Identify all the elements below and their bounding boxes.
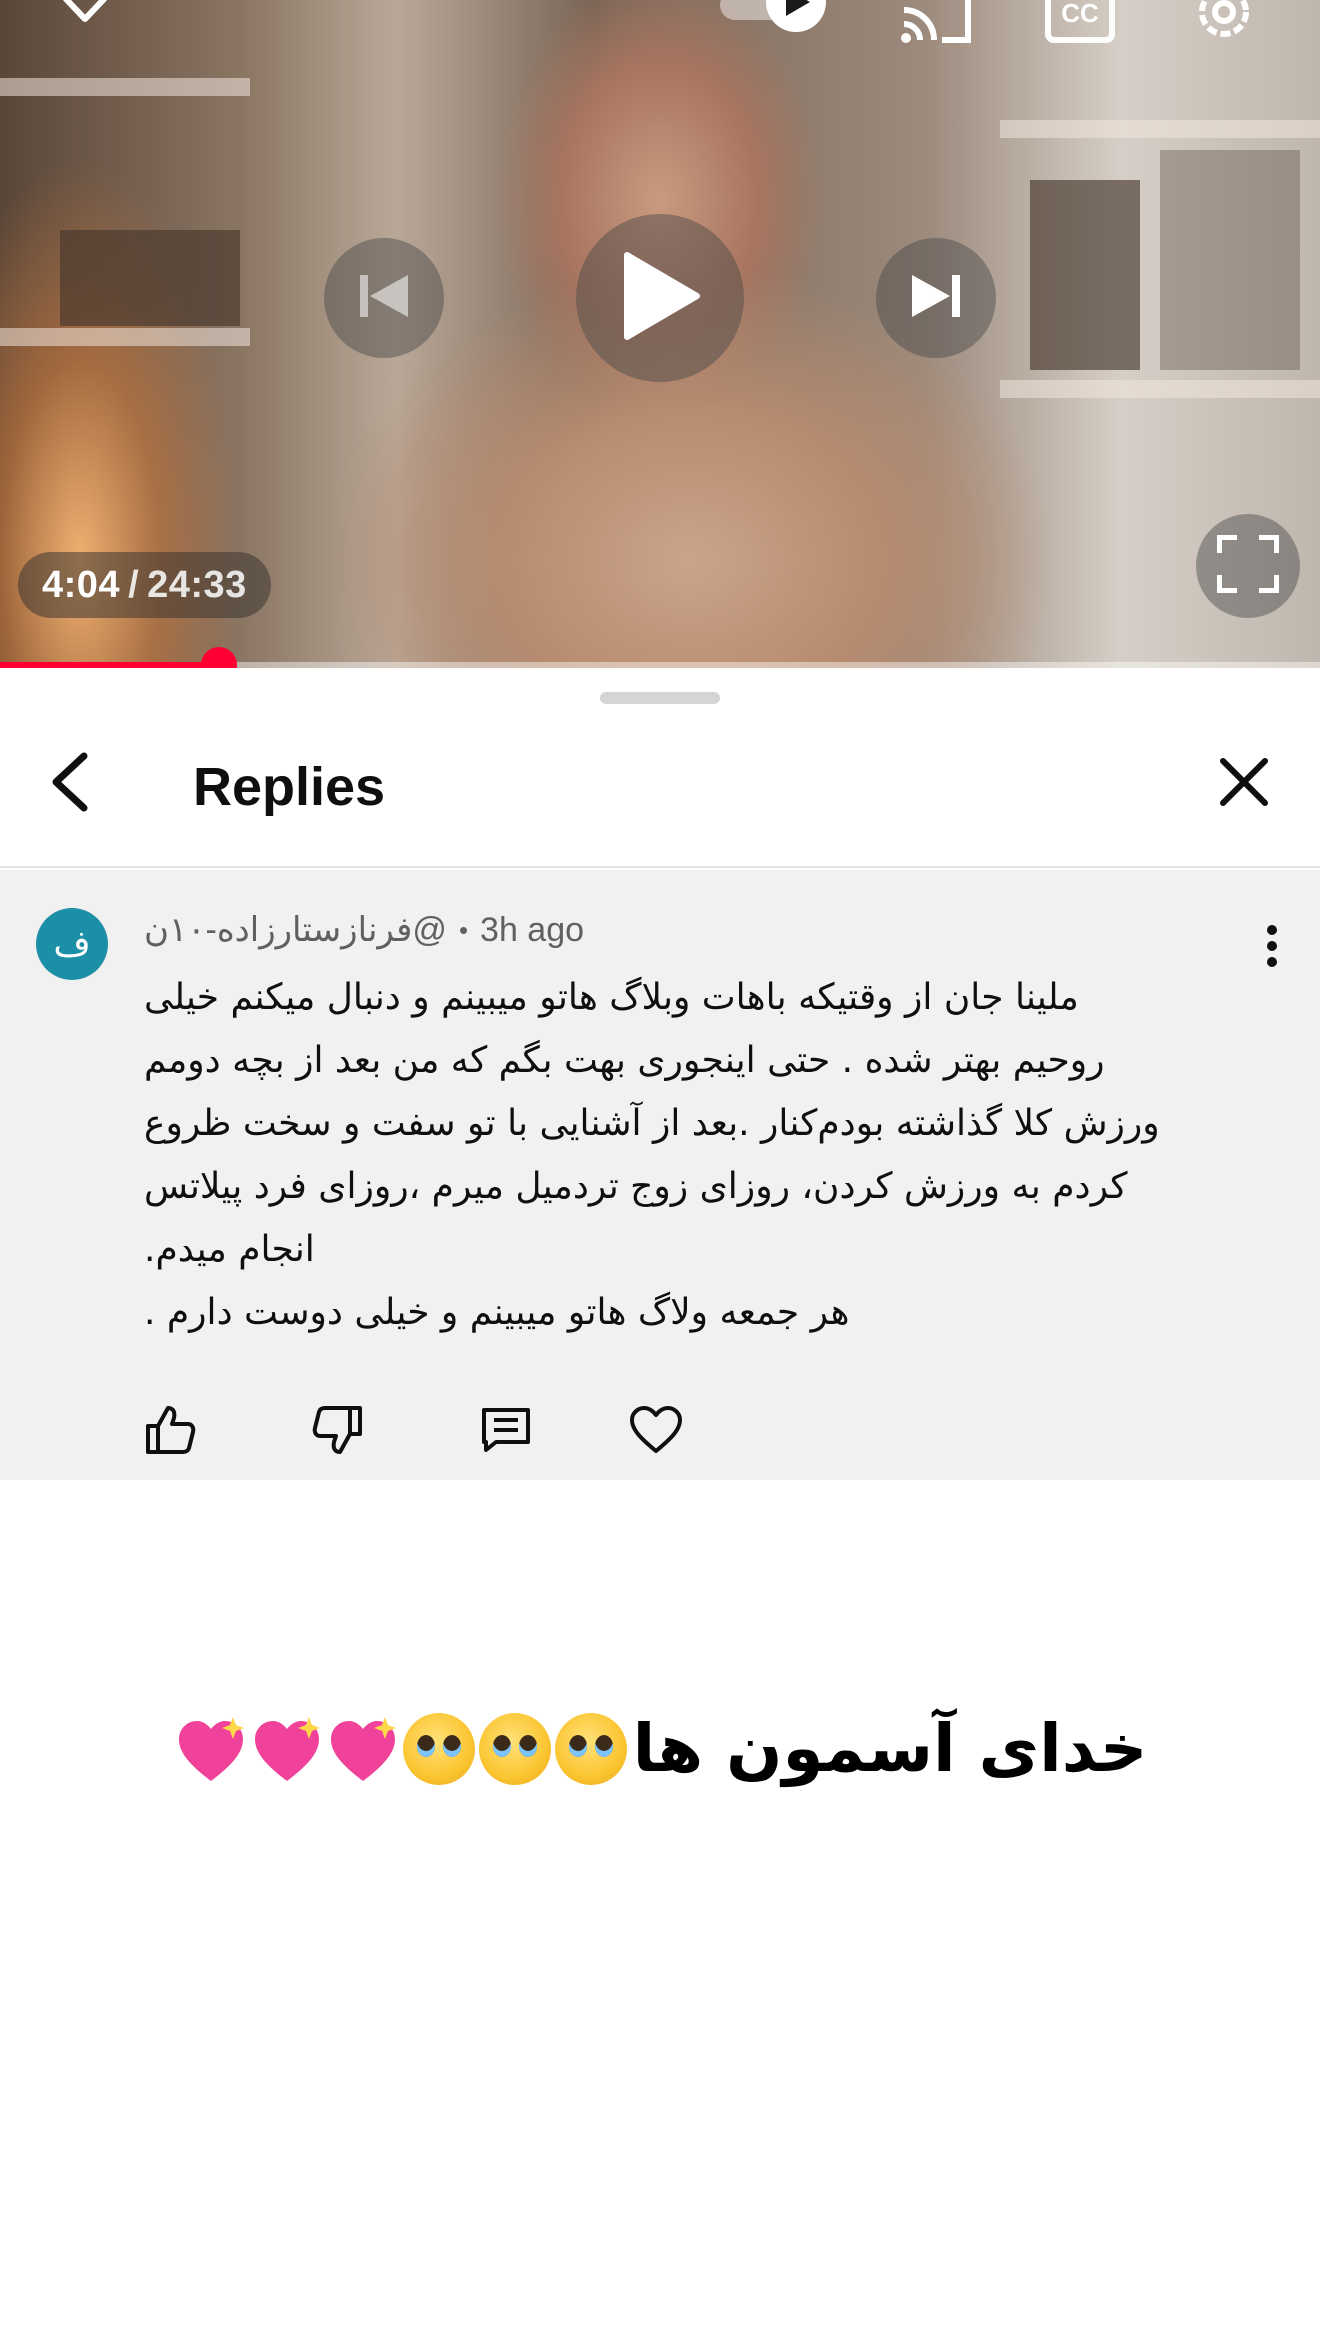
- background-shelf: [1000, 380, 1320, 398]
- sheet-header: Replies: [0, 712, 1320, 868]
- meta-separator: •: [458, 914, 469, 945]
- page-title: Replies: [193, 757, 386, 817]
- current-time: 4:04: [42, 563, 121, 606]
- comment-card: ف @فرنازستارزاده-۱۰ن • 3h ago ملینا جان …: [0, 870, 1320, 1480]
- background-books: [60, 230, 240, 326]
- pleading-face-icon: [478, 1712, 551, 1785]
- like-button[interactable]: [140, 1402, 200, 1462]
- settings-icon[interactable]: [1190, 0, 1258, 46]
- comment-line: روحیم بهتر شده . حتی اینجوری بهت بگم که …: [144, 1040, 1105, 1081]
- heart-icon: [629, 1405, 683, 1460]
- play-icon: [619, 251, 701, 346]
- duration: 24:33: [147, 563, 247, 606]
- replies-sheet: Replies ف @فرنازستارزاده-۱۰ن • 3h ago مل…: [0, 668, 1320, 2346]
- drag-handle[interactable]: [600, 692, 720, 704]
- time-separator: /: [128, 563, 140, 606]
- back-arrow-icon: [48, 752, 92, 817]
- caption-text-row: خدای آسمون ها: [173, 1710, 1148, 1787]
- chevron-down-icon[interactable]: [50, 0, 120, 40]
- comment-line: ملینا جان از وقتیکه باهات وبلاگ هاتو میب…: [144, 977, 1079, 1018]
- cast-icon[interactable]: [896, 0, 976, 44]
- background-books: [1160, 150, 1300, 370]
- sparkling-heart-icon: [173, 1713, 249, 1785]
- pleading-face-icon: [402, 1712, 475, 1785]
- fullscreen-button[interactable]: [1196, 514, 1300, 618]
- next-icon: [908, 271, 964, 326]
- fullscreen-icon: [1216, 533, 1280, 598]
- sparkling-heart-icon: [249, 1713, 325, 1785]
- more-vertical-icon: [1264, 924, 1280, 973]
- close-button[interactable]: [1204, 744, 1284, 824]
- next-button[interactable]: [876, 238, 996, 358]
- avatar-letter: ف: [53, 923, 91, 965]
- comment-author[interactable]: @فرنازستارزاده-۱۰ن: [144, 910, 447, 950]
- comment-line: هر جمعه ولاگ هاتو میبینم و خیلی دوست دار…: [144, 1292, 850, 1333]
- more-options-button[interactable]: [1244, 920, 1300, 976]
- comment-time: 3h ago: [480, 910, 585, 949]
- background-shelf: [0, 328, 250, 346]
- comment-line: انجام میدم.: [144, 1229, 315, 1270]
- autoplay-toggle-icon[interactable]: [716, 0, 828, 44]
- caption-emojis: [173, 1712, 629, 1785]
- dislike-icon: [312, 1404, 364, 1461]
- avatar[interactable]: ف: [36, 908, 108, 980]
- previous-icon: [356, 271, 412, 326]
- svg-text:CC: CC: [1061, 0, 1099, 28]
- comment-text: ملینا جان از وقتیکه باهات وبلاگ هاتو میب…: [144, 966, 1234, 1344]
- reply-button[interactable]: [476, 1402, 536, 1462]
- caption-text: خدای آسمون ها: [632, 1710, 1148, 1787]
- like-icon: [144, 1404, 196, 1461]
- play-button[interactable]: [576, 214, 744, 382]
- reply-icon: [480, 1404, 532, 1461]
- back-button[interactable]: [30, 744, 110, 824]
- background-books: [1030, 180, 1140, 370]
- dislike-button[interactable]: [308, 1402, 368, 1462]
- sparkling-heart-icon: [325, 1713, 401, 1785]
- creator-heart-button[interactable]: [626, 1402, 686, 1462]
- time-display: 4:04 / 24:33: [18, 552, 271, 618]
- close-icon: [1219, 757, 1269, 812]
- background-shelf: [1000, 120, 1320, 138]
- comment-line: ورزش کلا گذاشته بودم‌کنار .بعد از آشنایی…: [144, 1103, 1160, 1144]
- comment-line: کردم به ورزش کردن، روزای زوج تردمیل میرم…: [144, 1166, 1128, 1207]
- pleading-face-icon: [554, 1712, 627, 1785]
- video-player[interactable]: CC 4:04 / 24:33: [0, 0, 1320, 668]
- comment-meta: @فرنازستارزاده-۱۰ن • 3h ago: [144, 910, 584, 950]
- captions-icon[interactable]: CC: [1044, 0, 1116, 46]
- background-shelf: [0, 78, 250, 96]
- previous-button[interactable]: [324, 238, 444, 358]
- overlay-caption: خدای آسمون ها: [0, 1710, 1320, 1787]
- comment-actions: [140, 1402, 794, 1462]
